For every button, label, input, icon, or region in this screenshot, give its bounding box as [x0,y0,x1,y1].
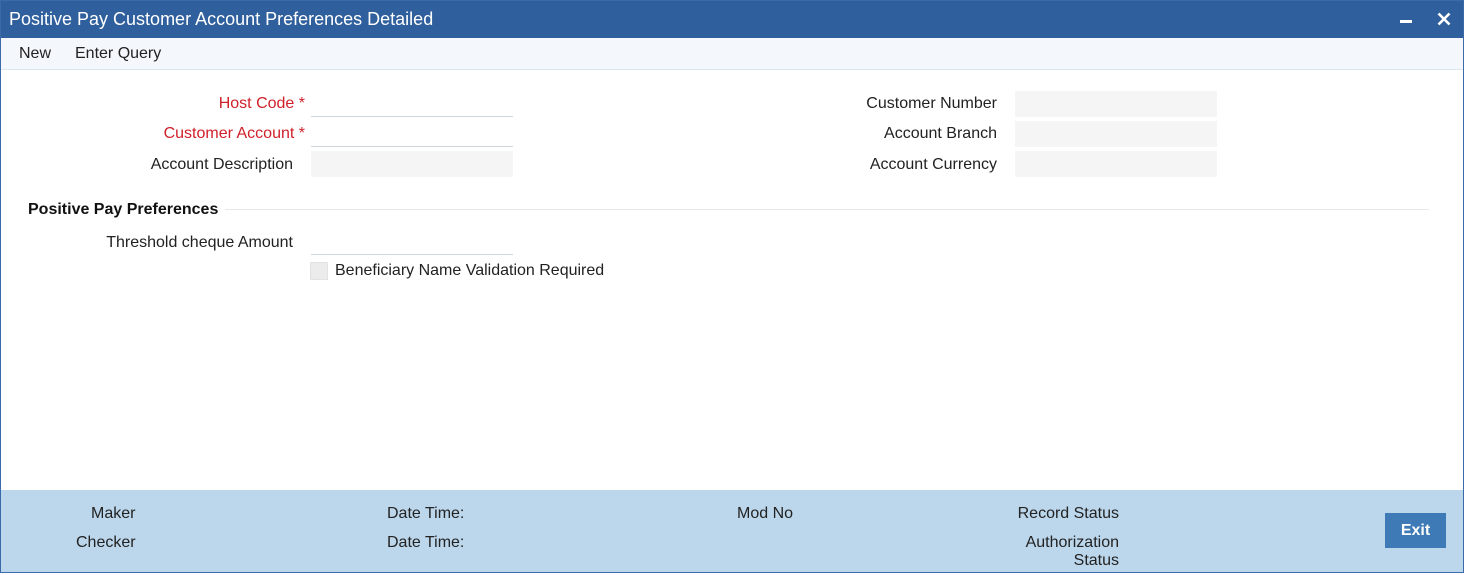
host-code-input[interactable] [311,91,513,117]
host-code-required-marker: * [298,95,305,112]
threshold-amount-input[interactable] [311,229,513,255]
minimize-icon [1400,20,1412,23]
audit-footer: Maker Checker Date Time: Date Time: Mod … [1,490,1463,572]
customer-account-label-text: Customer Account [163,125,295,142]
menu-bar: New Enter Query [1,38,1463,70]
section-divider [25,209,1429,210]
maker-label: Maker [91,505,136,522]
account-branch-field [1015,121,1217,147]
host-code-label-text: Host Code [218,95,295,112]
customer-account-label: Customer Account * [164,125,305,143]
host-code-label: Host Code * [219,95,305,113]
customer-account-required-marker: * [298,125,305,142]
close-icon [1437,12,1451,26]
mod-no-label: Mod No [737,505,794,522]
menu-new[interactable]: New [19,45,51,63]
exit-button[interactable]: Exit [1385,513,1446,548]
checker-label: Checker [76,534,136,551]
authorization-status-label: Status [1073,552,1119,569]
window-title: Positive Pay Customer Account Preference… [9,9,434,29]
authorization-label: Authorization [1025,534,1119,551]
account-currency-field [1015,151,1217,177]
account-description-label: Account Description [150,156,293,173]
customer-number-field [1015,91,1217,117]
record-status-label: Record Status [1017,505,1119,522]
beneficiary-validation-checkbox[interactable] [310,262,328,280]
maker-date-time-label: Date Time: [387,505,465,522]
checker-date-time-label: Date Time: [387,534,465,551]
customer-account-input[interactable] [311,121,513,147]
title-bar: Positive Pay Customer Account Preference… [1,1,1463,38]
customer-number-label: Customer Number [866,95,997,112]
threshold-label: Threshold cheque Amount [106,234,293,251]
section-title-preferences: Positive Pay Preferences [28,201,219,218]
close-button[interactable] [1431,5,1457,33]
beneficiary-validation-label: Beneficiary Name Validation Required [335,262,605,279]
minimize-button[interactable] [1393,5,1419,33]
dialog-window: Positive Pay Customer Account Preference… [0,0,1464,573]
account-branch-label: Account Branch [884,125,997,142]
account-description-field [311,151,513,177]
account-currency-label: Account Currency [869,156,997,173]
menu-enter-query[interactable]: Enter Query [75,45,161,63]
